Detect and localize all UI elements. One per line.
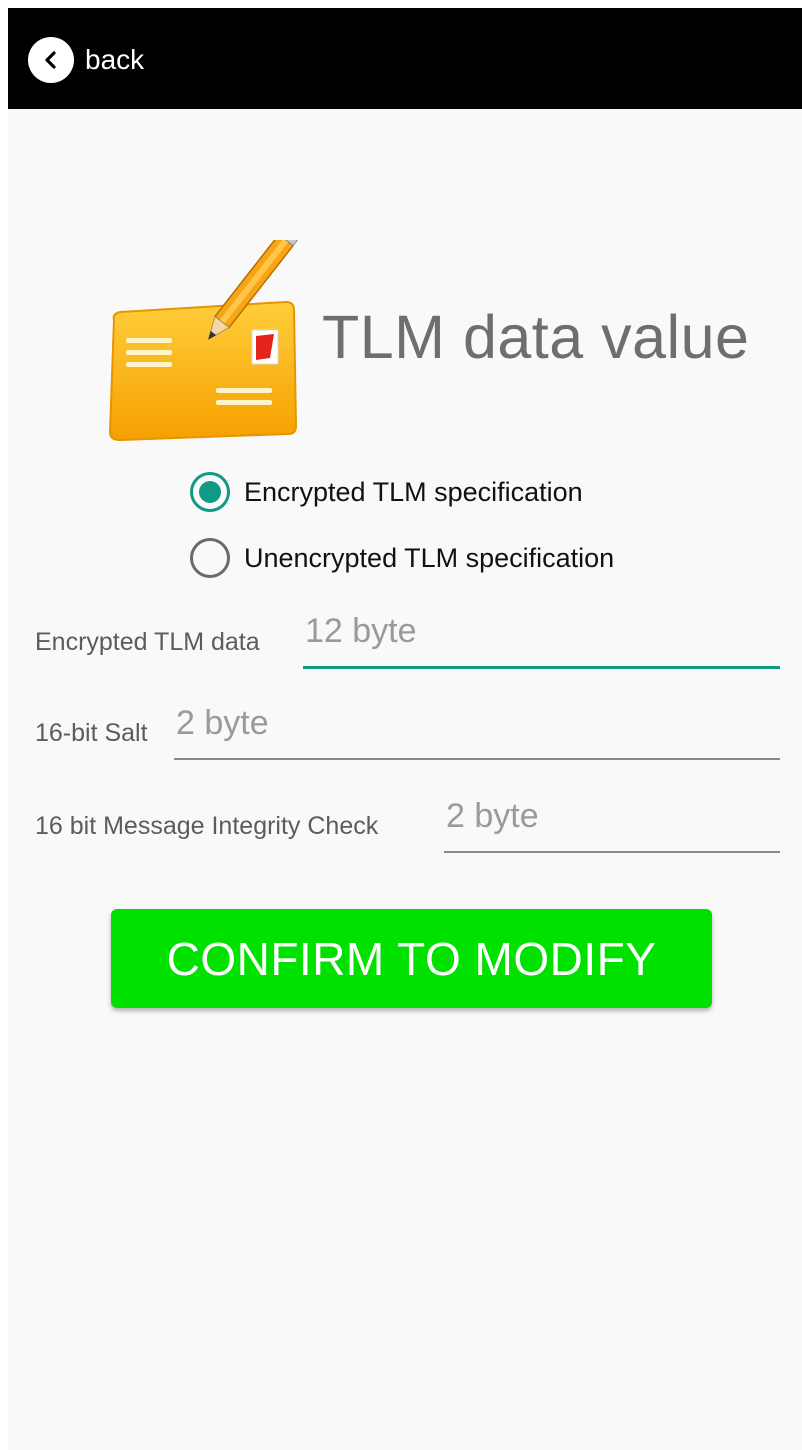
chevron-left-icon[interactable] xyxy=(28,37,74,83)
back-label[interactable]: back xyxy=(85,44,144,76)
confirm-to-modify-button[interactable]: CONFIRM TO MODIFY xyxy=(111,909,712,1008)
radio-encrypted-spec[interactable]: Encrypted TLM specification xyxy=(190,472,583,512)
field-label: 16-bit Salt xyxy=(35,719,148,747)
radio-label[interactable]: Encrypted TLM specification xyxy=(244,477,583,508)
envelope-pencil-icon xyxy=(104,215,308,446)
field-label: 16 bit Message Integrity Check xyxy=(35,812,379,840)
field-encrypted-tlm-data: Encrypted TLM data xyxy=(35,609,780,669)
radio-label[interactable]: Unencrypted TLM specification xyxy=(244,543,614,574)
top-bar: back xyxy=(8,8,802,109)
encrypted-tlm-data-input[interactable] xyxy=(303,609,780,669)
field-label: Encrypted TLM data xyxy=(35,628,260,656)
back-button[interactable]: back xyxy=(28,37,144,83)
field-16-bit-salt: 16-bit Salt xyxy=(35,700,780,760)
salt-input[interactable] xyxy=(174,700,780,760)
message-integrity-check-input[interactable] xyxy=(444,793,780,853)
radio-checked-icon[interactable] xyxy=(190,472,230,512)
field-message-integrity-check: 16 bit Message Integrity Check xyxy=(35,793,780,853)
radio-unencrypted-spec[interactable]: Unencrypted TLM specification xyxy=(190,538,614,578)
page-title: TLM data value xyxy=(322,303,750,371)
radio-unchecked-icon[interactable] xyxy=(190,538,230,578)
screen: back TLM data value Encrypted TLM specif… xyxy=(8,8,802,1450)
